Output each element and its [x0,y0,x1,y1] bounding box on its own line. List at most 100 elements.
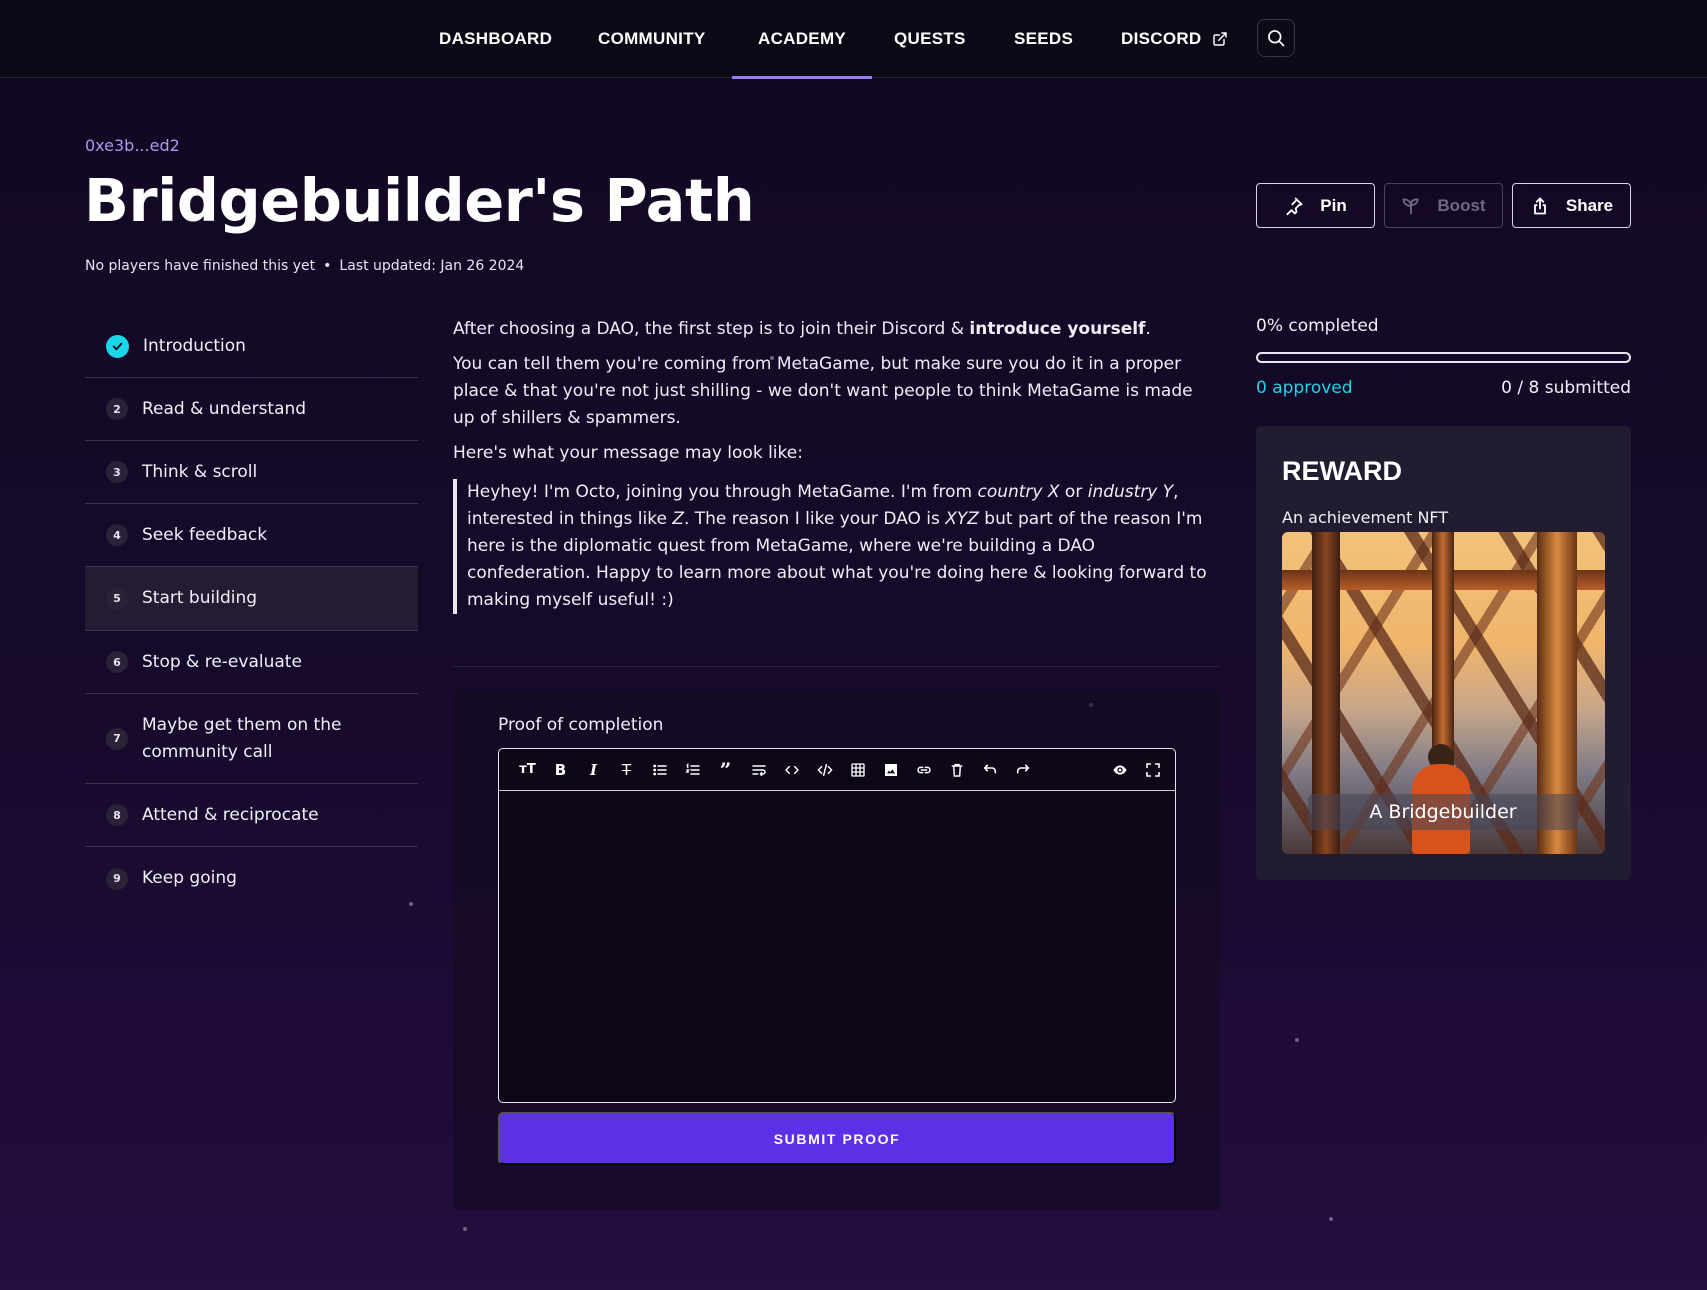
quote-icon[interactable]: ” [709,755,742,785]
share-label: Share [1565,195,1614,215]
strikethrough-icon[interactable]: T [610,755,643,785]
background-star [1329,1217,1333,1221]
pin-icon [1286,197,1303,215]
pin-label: Pin [1320,195,1347,215]
step-label: Think & scroll [142,461,258,482]
nav-discord-label: DISCORD [1121,29,1202,48]
step-number: 3 [106,461,128,483]
step-think-scroll[interactable]: 3 Think & scroll [85,441,418,504]
nft-image[interactable]: A Bridgebuilder [1282,532,1605,854]
quest-meta: No players have finished this yet • Last u… [85,258,524,274]
background-star [463,1227,467,1231]
share-icon [1533,197,1546,214]
seedling-icon [1402,197,1419,214]
share-button[interactable]: Share [1512,183,1631,228]
reward-subtitle: An achievement NFT [1282,508,1449,527]
step-label: Introduction [143,335,246,356]
text-run: XYZ [945,509,979,529]
link-icon[interactable] [907,755,940,785]
step-seek-feedback[interactable]: 4 Seek feedback [85,504,418,567]
redo-icon[interactable] [1006,755,1039,785]
text-run: . [1145,319,1151,339]
creator-address[interactable]: 0xe3b...ed2 [85,136,180,155]
proof-label: Proof of completion [498,715,664,735]
step-number: 9 [106,867,128,890]
text-run: Z [672,509,684,529]
nav-seeds[interactable]: SEEDS [1014,0,1073,78]
step-read-understand[interactable]: 2 Read & understand [85,378,418,441]
step-label: Read & understand [142,398,307,419]
inline-code-icon[interactable] [775,755,808,785]
step-community-call[interactable]: 7 Maybe get them on the community call [85,694,418,784]
bullet-list-icon[interactable] [643,755,676,785]
step-number: 2 [106,398,128,420]
step-label: Stop & re-evaluate [142,651,302,672]
table-icon[interactable] [841,755,874,785]
content-divider [453,666,1219,667]
text-run: or [1059,482,1088,502]
emphasis-text: introduce yourself [969,319,1146,339]
nav-academy[interactable]: ACADEMY [731,0,873,79]
proof-editor: ᴛT B I T ” [498,748,1176,1103]
step-content: After choosing a DAO, the first step is … [453,316,1218,614]
step-attend-reciprocate[interactable]: 8 Attend & reciprocate [85,784,418,847]
nav-dashboard[interactable]: DASHBOARD [439,0,552,78]
italic-icon[interactable]: I [577,755,610,785]
search-button[interactable] [1257,19,1295,57]
text-run: . The reason I like your DAO is [683,509,946,529]
top-navigation: DASHBOARD COMMUNITY ACADEMY QUESTS SEEDS… [0,0,1707,79]
text-run: After choosing a DAO, the first step is … [453,319,970,339]
intro-paragraph: After choosing a DAO, the first step is … [453,316,1218,343]
submitted-count: 0 / 8 submitted [1501,378,1631,398]
finished-status: No players have finished this yet [85,258,316,274]
preview-eye-icon[interactable] [1103,755,1136,785]
example-intro: Here's what your message may look like: [453,443,803,463]
submit-proof-button[interactable]: SUBMIT PROOF [498,1112,1176,1165]
last-updated: Last updated: Jan 26 2024 [339,258,525,274]
editor-textarea[interactable] [499,791,1175,1103]
step-start-building[interactable]: 5 Start building [85,567,418,631]
nft-caption: A Bridgebuilder [1308,794,1578,830]
external-link-icon [1212,32,1227,46]
search-icon [1268,30,1285,47]
boost-label: Boost [1437,195,1486,215]
progress-percent-label: 0% completed [1256,316,1379,336]
step-keep-going[interactable]: 9 Keep going [85,847,418,910]
step-stop-reevaluate[interactable]: 6 Stop & re-evaluate [85,631,418,694]
boost-button[interactable]: Boost [1384,183,1503,228]
fullscreen-icon[interactable] [1136,755,1169,785]
text-size-icon[interactable]: ᴛT [511,755,544,785]
step-number: 8 [106,804,128,826]
example-message-quote: Heyhey! I'm Octo, joining you through Me… [453,479,1218,614]
code-block-icon[interactable] [808,755,841,785]
step-label: Maybe get them on the community call [142,714,342,762]
meta-separator: • [323,258,332,274]
text-run: industry Y [1087,482,1174,502]
bold-icon[interactable]: B [544,755,577,785]
background-star [1295,1038,1299,1042]
text-run: country X [977,482,1060,502]
ordered-list-icon[interactable] [676,755,709,785]
text-run: Heyhey! I'm Octo, joining you through Me… [467,482,978,502]
step-introduction[interactable]: Introduction [85,315,418,378]
image-icon[interactable] [874,755,907,785]
step-number: 4 [106,524,128,546]
step-label: Start building [142,588,258,608]
step-number: 5 [106,587,128,610]
page-title: Bridgebuilder's Path [84,166,755,235]
delete-icon[interactable] [940,755,973,785]
guidance-paragraph: You can tell them you're coming from Met… [453,354,1193,428]
pin-button[interactable]: Pin [1256,183,1375,228]
wrap-text-icon[interactable] [742,755,775,785]
step-label: Keep going [142,868,237,888]
nav-discord[interactable]: DISCORD [1121,0,1228,78]
step-number: 6 [106,651,128,673]
reward-title: REWARD [1282,456,1402,486]
step-label: Seek feedback [142,524,268,545]
nav-community[interactable]: COMMUNITY [598,0,706,78]
check-icon [106,334,129,358]
progress-bar [1256,352,1631,363]
undo-icon[interactable] [973,755,1006,785]
editor-toolbar: ᴛT B I T ” [499,749,1175,791]
nav-quests[interactable]: QUESTS [894,0,966,78]
